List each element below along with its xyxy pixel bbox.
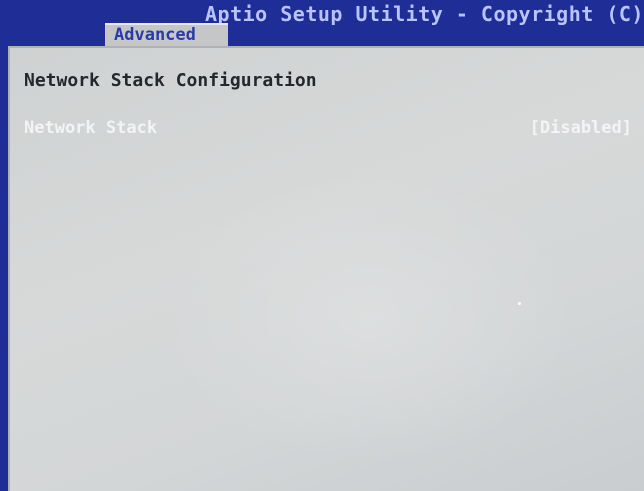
section-title: Network Stack Configuration (24, 70, 317, 91)
setting-row-network-stack[interactable]: Network Stack [Disabled] (24, 118, 636, 142)
setting-label: Network Stack (24, 118, 158, 138)
setting-value[interactable]: [Disabled] (530, 118, 632, 138)
tab-advanced-label: Advanced (114, 25, 196, 45)
tab-advanced[interactable]: Advanced (105, 23, 228, 46)
app-title: Aptio Setup Utility - Copyright (C) (205, 2, 644, 26)
title-bar: Aptio Setup Utility - Copyright (C) Adva… (0, 0, 644, 46)
screen-dot (518, 302, 521, 305)
bios-screen: Aptio Setup Utility - Copyright (C) Adva… (0, 0, 644, 491)
screen-glare (160, 168, 580, 468)
settings-panel: Network Stack Configuration Network Stac… (8, 46, 644, 491)
